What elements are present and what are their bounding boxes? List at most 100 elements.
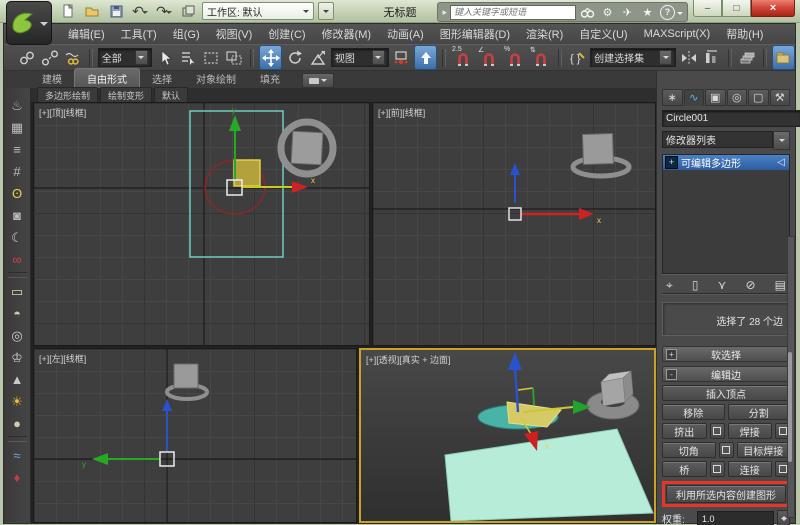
menu-item[interactable]: 创建(C) xyxy=(260,26,313,42)
lightbulb-icon[interactable]: ʘ xyxy=(6,182,29,204)
rollout-edit-edges[interactable]: - 编辑边 xyxy=(662,366,790,382)
target-weld-button[interactable]: 目标焊接 xyxy=(737,442,791,458)
maximize-button[interactable]: □ xyxy=(722,0,751,17)
menu-item[interactable]: MAXScript(X) xyxy=(636,28,719,40)
minimize-button[interactable]: – xyxy=(693,0,722,17)
cone-icon[interactable]: ▲ xyxy=(6,368,29,390)
teapot-icon[interactable]: ♨ xyxy=(6,94,29,116)
list-panel-icon[interactable]: ≡ xyxy=(6,138,29,160)
infocenter-expand-icon[interactable]: ▸ xyxy=(442,7,447,18)
favorites-button[interactable]: ★ xyxy=(639,4,656,20)
modifier-stack-row[interactable]: + 可编辑多边形 ◁ xyxy=(663,155,789,170)
torus-shape[interactable] xyxy=(573,133,629,176)
viewport-perspective-label[interactable]: [+][透视][真实 + 边面] xyxy=(366,353,451,366)
subtab-defaults[interactable]: 默认 xyxy=(154,87,188,104)
panel-scrollbar[interactable] xyxy=(787,236,795,518)
moon-icon[interactable]: ☾ xyxy=(6,226,29,248)
tab-selection[interactable]: 选择 xyxy=(140,69,184,88)
tab-freeform[interactable]: 自由形式 xyxy=(74,68,140,88)
modify-tab[interactable]: ∿ xyxy=(684,89,705,106)
subtab-paint-deform[interactable]: 绘制变形 xyxy=(100,87,152,104)
layer-manager-button[interactable] xyxy=(737,46,758,69)
viewport-top-label[interactable]: [+][顶][线框] xyxy=(39,106,86,119)
remove-button[interactable]: 移除 xyxy=(662,404,725,420)
menu-item[interactable]: 渲染(R) xyxy=(518,26,571,42)
viewport-perspective[interactable]: [+][透视][真实 + 边面] xyxy=(359,348,656,523)
configure-modifier-sets-icon[interactable]: ▤ xyxy=(775,279,786,291)
menu-item[interactable]: 帮助(H) xyxy=(718,26,771,42)
ring-icon[interactable]: ◎ xyxy=(6,324,29,346)
extrude-settings-button[interactable] xyxy=(710,423,725,439)
use-pivot-center-button[interactable] xyxy=(391,46,412,69)
menu-item[interactable]: 动画(A) xyxy=(379,26,432,42)
chamfer-button[interactable]: 切角 xyxy=(662,442,716,458)
sun-icon[interactable]: ☀ xyxy=(6,390,29,412)
pin-stack-icon[interactable]: ⌖ xyxy=(666,279,673,291)
plane-shape[interactable] xyxy=(445,429,653,521)
create-shape-from-selection-button[interactable]: 利用所选内容创建图形 xyxy=(666,485,786,503)
glasses-icon[interactable]: ∞ xyxy=(6,248,29,270)
tab-populate[interactable]: 填充 xyxy=(248,69,292,88)
help-dropdown-caret[interactable] xyxy=(677,12,683,18)
exchange-button[interactable]: ✈ xyxy=(619,4,636,20)
toggle-ribbon-button[interactable] xyxy=(772,45,795,70)
pin-icon[interactable]: ♦ xyxy=(6,466,29,488)
sphere-icon[interactable]: ● xyxy=(6,412,29,434)
new-scene-button[interactable] xyxy=(58,2,78,20)
viewport-left[interactable]: [+][左][线框] y xyxy=(33,348,357,523)
tab-object-paint[interactable]: 对象绘制 xyxy=(184,69,248,88)
edit-named-selection-sets-button[interactable]: { } xyxy=(567,46,588,69)
rollout-soft-selection[interactable]: + 软选择 xyxy=(662,346,790,362)
grid-panel-icon[interactable]: # xyxy=(6,160,29,182)
redo-button[interactable]: ↷ xyxy=(154,2,174,20)
close-button[interactable]: × xyxy=(751,0,795,17)
extrude-button[interactable]: 挤出 xyxy=(662,423,707,439)
torus-shape[interactable] xyxy=(281,122,333,174)
viewport-front-label[interactable]: [+][前][线框] xyxy=(378,106,425,119)
plane-icon[interactable]: ▭ xyxy=(6,280,29,302)
camera-icon[interactable]: ◙ xyxy=(6,204,29,226)
collapse-icon[interactable]: - xyxy=(666,369,677,380)
display-tab[interactable]: ▢ xyxy=(748,89,769,106)
align-button[interactable] xyxy=(702,46,723,69)
window-crossing-button[interactable] xyxy=(224,46,245,69)
menu-item[interactable]: 图形编辑器(D) xyxy=(432,26,518,42)
bridge-settings-button[interactable] xyxy=(710,461,725,477)
select-by-name-button[interactable] xyxy=(177,46,198,69)
split-button[interactable]: 分割 xyxy=(728,404,791,420)
connect-button[interactable]: 连接 xyxy=(728,461,773,477)
toolbar-separator[interactable] xyxy=(8,436,27,442)
select-object-button[interactable] xyxy=(154,46,175,69)
waves-icon[interactable]: ≈ xyxy=(6,444,29,466)
angle-snap-icon[interactable]: ∠ xyxy=(477,46,501,69)
utilities-tab[interactable]: ⚒ xyxy=(770,89,791,106)
remove-modifier-icon[interactable]: ⊘ xyxy=(745,279,755,291)
insert-vertex-button[interactable]: 插入顶点 xyxy=(662,385,790,401)
spinner-snap-icon[interactable]: ⇅ xyxy=(529,46,553,69)
select-and-link-button[interactable] xyxy=(16,46,37,69)
viewport-front[interactable]: [+][前][线框] x xyxy=(372,102,656,346)
select-and-scale-button[interactable] xyxy=(308,46,329,69)
communication-center-button[interactable]: ⚙ xyxy=(599,4,616,20)
torus-shape[interactable] xyxy=(167,364,207,399)
toolbar-separator[interactable] xyxy=(8,272,27,278)
open-file-button[interactable] xyxy=(82,2,102,20)
snap-toggle-icon[interactable]: 2.5 xyxy=(451,46,475,69)
select-and-rotate-button[interactable] xyxy=(284,46,305,69)
tab-modeling[interactable]: 建模 xyxy=(30,69,74,88)
ribbon-display-mode-button[interactable] xyxy=(302,73,334,88)
object-name-field[interactable] xyxy=(662,110,800,127)
application-menu-button[interactable] xyxy=(6,1,52,45)
save-file-button[interactable] xyxy=(106,2,126,20)
bind-to-space-warp-button[interactable] xyxy=(63,46,84,69)
percent-snap-icon[interactable]: % xyxy=(503,46,527,69)
keyboard-override-toggle[interactable] xyxy=(414,45,437,70)
move-gizmo[interactable]: x xyxy=(509,163,601,225)
weld-button[interactable]: 焊接 xyxy=(728,423,773,439)
reference-coordinate-dropdown[interactable]: 视图 xyxy=(331,48,389,67)
menu-item[interactable]: 组(G) xyxy=(165,26,208,42)
move-gizmo[interactable]: y xyxy=(82,399,174,469)
search-button[interactable] xyxy=(579,4,596,20)
project-folder-button[interactable] xyxy=(178,2,198,20)
rectangular-selection-region-button[interactable] xyxy=(201,46,222,69)
